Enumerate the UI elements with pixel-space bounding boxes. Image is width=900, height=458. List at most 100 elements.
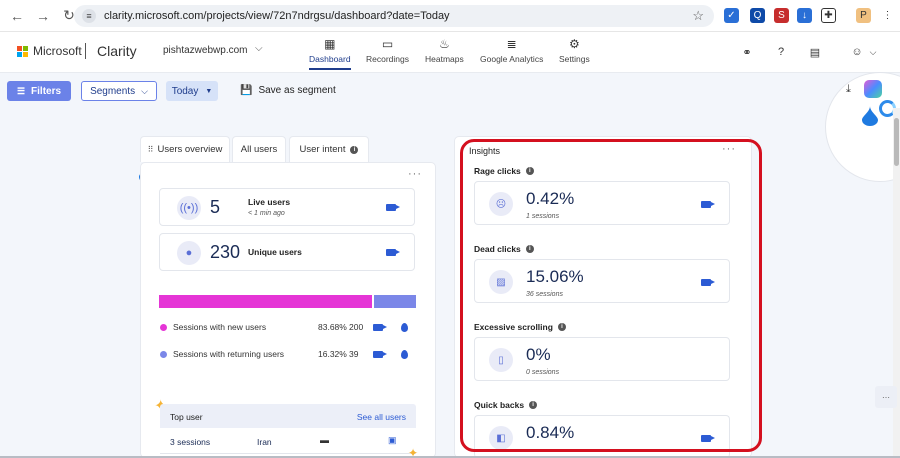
live-users-label: Live users xyxy=(248,197,291,207)
insights-title: Insights xyxy=(469,146,501,156)
excessive-scrolling-box[interactable]: ▯ 0% 0 sessions xyxy=(474,337,730,381)
sessions-returning-row: Sessions with returning users 16.32% 39 xyxy=(160,348,416,362)
address-bar[interactable]: ≡ clarity.microsoft.com/projects/view/72… xyxy=(74,5,714,27)
browser-toolbar: ← → ↻ ≡ clarity.microsoft.com/projects/v… xyxy=(0,0,900,32)
segments-dropdown[interactable]: Segments ⌵ xyxy=(81,81,157,101)
dead-clicks-label: Dead clicks i xyxy=(474,244,534,254)
filters-button[interactable]: ☰ Filters xyxy=(7,81,71,101)
water-drop-icon xyxy=(862,106,878,126)
sessions-new-row: Sessions with new users 83.68% 200 xyxy=(160,321,416,335)
filter-lines-icon: ☰ xyxy=(16,85,26,96)
video-icon: ▭ xyxy=(381,37,394,51)
nav-dashboard[interactable]: ▦ Dashboard xyxy=(309,37,351,70)
id-card-icon: ▣ xyxy=(388,435,397,445)
user-icon: ● xyxy=(177,241,201,265)
profile-avatar[interactable]: P xyxy=(856,8,871,23)
angry-face-icon: ☹ xyxy=(489,192,513,216)
dead-clicks-box[interactable]: ▨ 15.06% 36 sessions xyxy=(474,259,730,303)
info-icon[interactable]: i xyxy=(525,245,534,253)
app-name[interactable]: Clarity xyxy=(97,43,137,59)
video-camera-icon[interactable] xyxy=(386,249,400,256)
quick-backs-label: Quick backs i xyxy=(474,400,538,410)
info-icon[interactable]: i xyxy=(557,323,566,331)
sessions-split-bar xyxy=(159,295,416,308)
video-camera-icon[interactable] xyxy=(701,201,715,208)
brand-divider xyxy=(85,43,86,59)
bar-returning-users xyxy=(374,295,416,308)
heatmap-flame-icon[interactable] xyxy=(401,323,408,332)
live-users-box: ((•)) 5 Live users < 1 min ago xyxy=(159,188,415,226)
nav-google-analytics[interactable]: ≣ Google Analytics xyxy=(480,37,543,64)
save-icon: 💾 xyxy=(240,85,253,96)
microsoft-brand: Microsoft xyxy=(33,44,82,58)
back-icon[interactable]: ← xyxy=(6,5,28,27)
unique-users-label: Unique users xyxy=(248,247,302,257)
broadcast-icon: ((•)) xyxy=(177,196,201,220)
info-icon[interactable]: i xyxy=(525,167,534,175)
date-range-dropdown[interactable]: Today ▼ xyxy=(166,81,218,101)
heatmap-flame-icon[interactable] xyxy=(401,350,408,359)
rage-clicks-box[interactable]: ☹ 0.42% 1 sessions xyxy=(474,181,730,225)
save-segment-button[interactable]: 💾 Save as segment xyxy=(240,85,336,96)
video-camera-icon[interactable] xyxy=(701,279,715,286)
extension-search-icon[interactable]: Q xyxy=(750,8,765,23)
excessive-scrolling-label: Excessive scrolling i xyxy=(474,322,566,332)
account-icon[interactable]: ☺ xyxy=(850,45,864,59)
unique-users-count: 230 xyxy=(210,242,241,262)
legend-dot-new xyxy=(160,324,167,331)
more-options-icon[interactable]: ··· xyxy=(408,168,422,180)
url-text: clarity.microsoft.com/projects/view/72n7… xyxy=(104,10,450,22)
feedback-icon[interactable]: ⋯ xyxy=(875,386,897,408)
scroll-phone-icon: ▯ xyxy=(489,348,513,372)
share-icon[interactable]: ⚭ xyxy=(740,45,754,59)
flame-icon: ♨ xyxy=(438,37,450,51)
microsoft-logo-icon xyxy=(17,46,28,57)
download-icon[interactable]: ⤓ xyxy=(846,83,851,96)
quick-backs-box[interactable]: ◧ 0.84% xyxy=(474,415,730,458)
cursor-screen-icon: ▨ xyxy=(489,270,513,294)
tab-user-intent[interactable]: User intent i xyxy=(289,136,369,162)
top-user-row[interactable]: 3 sessions Iran ▬ ▣ xyxy=(160,428,416,454)
help-icon[interactable]: ? xyxy=(774,45,788,59)
copilot-icon[interactable] xyxy=(864,80,882,98)
extension-icon[interactable]: ✓ xyxy=(724,8,739,23)
see-all-users-link[interactable]: See all users xyxy=(357,412,406,422)
account-chevron-icon[interactable]: ⌵ xyxy=(866,45,880,59)
video-camera-icon[interactable] xyxy=(373,324,387,331)
site-info-icon[interactable]: ≡ xyxy=(82,9,96,23)
bar-new-users xyxy=(159,295,375,308)
scrollbar-thumb[interactable] xyxy=(894,118,899,166)
more-options-icon[interactable]: ··· xyxy=(722,143,736,155)
video-camera-icon[interactable] xyxy=(373,351,387,358)
unique-users-box: ● 230 Unique users xyxy=(159,233,415,271)
filter-toolbar: ☰ Filters Segments ⌵ Today ▼ 💾 Save as s… xyxy=(0,72,900,108)
forward-icon[interactable]: → xyxy=(32,5,54,27)
document-icon[interactable]: ▤ xyxy=(808,45,822,59)
extensions-puzzle-icon[interactable]: ✚ xyxy=(821,8,836,23)
chevron-down-icon[interactable]: ⌵ xyxy=(255,43,263,54)
dashboard-icon: ▦ xyxy=(324,37,336,51)
info-icon[interactable]: i xyxy=(350,145,359,154)
desktop-icon: ▬ xyxy=(320,435,329,445)
tab-users-overview[interactable]: ⠿ Users overview xyxy=(140,136,230,162)
live-users-count: 5 xyxy=(210,197,221,217)
caret-down-icon: ▼ xyxy=(205,87,213,95)
video-camera-icon[interactable] xyxy=(386,204,400,211)
top-user-header: Top user See all users xyxy=(160,404,416,428)
rage-clicks-label: Rage clicks i xyxy=(474,166,534,176)
tab-all-users[interactable]: All users xyxy=(232,136,286,162)
project-selector[interactable]: pishtazwebwp.com xyxy=(163,45,247,56)
video-camera-icon[interactable] xyxy=(701,435,715,442)
info-icon[interactable]: i xyxy=(529,401,538,409)
gear-icon: ⚙ xyxy=(568,37,580,51)
nav-settings[interactable]: ⚙ Settings xyxy=(559,37,590,64)
legend-dot-returning xyxy=(160,351,167,358)
nav-recordings[interactable]: ▭ Recordings xyxy=(366,37,409,64)
extension-s-icon[interactable]: S xyxy=(774,8,789,23)
bookmark-star-icon[interactable]: ☆ xyxy=(692,8,704,24)
browser-menu-icon[interactable]: ⋮ xyxy=(880,8,895,23)
chevron-down-icon: ⌵ xyxy=(141,85,148,96)
nav-heatmaps[interactable]: ♨ Heatmaps xyxy=(425,37,464,64)
extension-download-icon[interactable]: ↓ xyxy=(797,8,812,23)
analytics-icon: ≣ xyxy=(506,37,517,51)
